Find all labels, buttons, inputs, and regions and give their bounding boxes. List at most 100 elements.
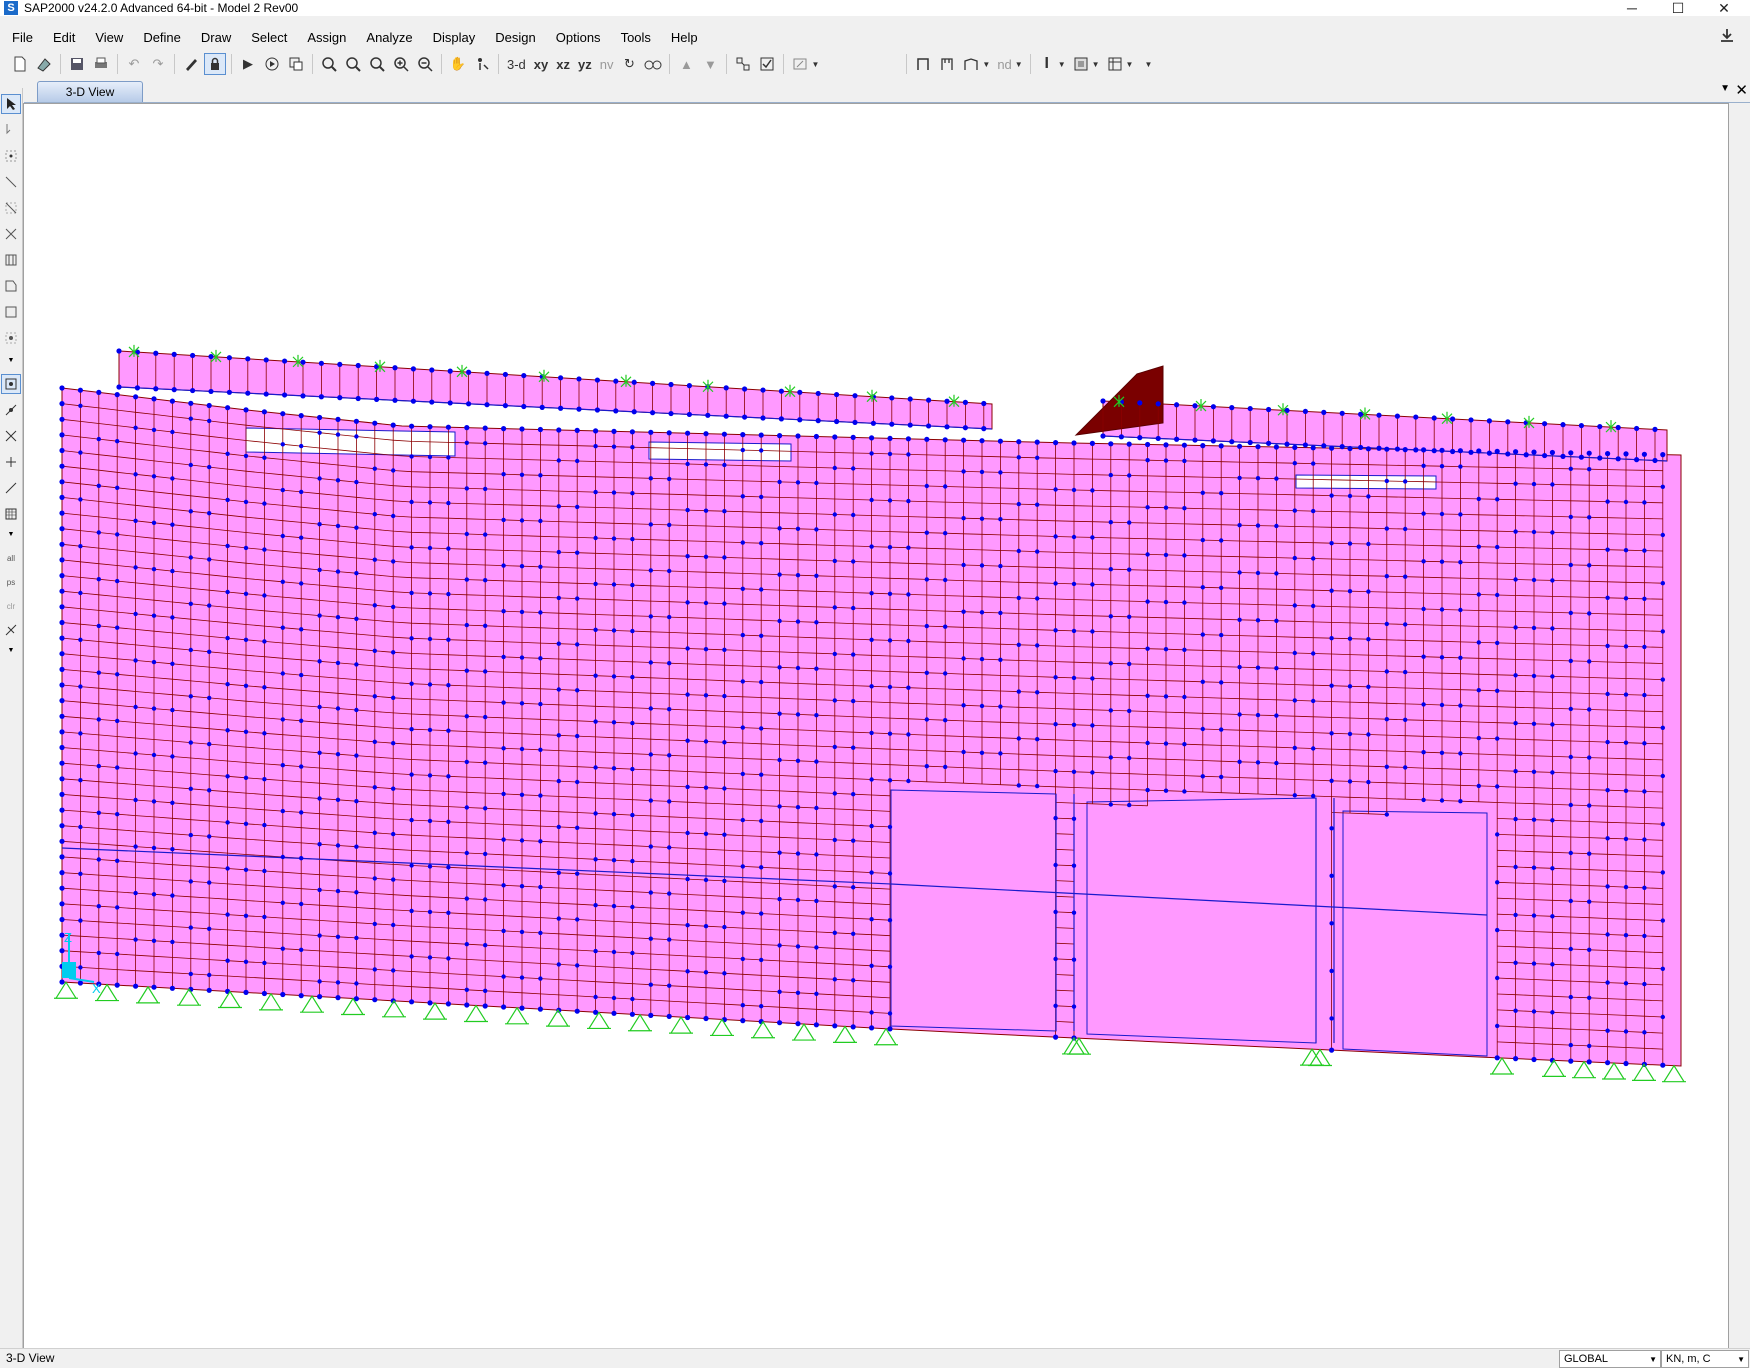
- joint: [1274, 760, 1279, 766]
- quick-draw-secondary-icon[interactable]: [1, 250, 21, 270]
- pointer-icon[interactable]: [1, 94, 21, 114]
- snap-joints-icon[interactable]: [1, 374, 21, 394]
- snap-intersection-icon[interactable]: [1, 426, 21, 446]
- joint: [924, 483, 929, 489]
- zoom-in-icon[interactable]: [390, 53, 412, 75]
- area-section-icon[interactable]: [1070, 53, 1092, 75]
- grid-icon[interactable]: [1104, 53, 1126, 75]
- assign-check-icon[interactable]: [756, 53, 778, 75]
- nd-button[interactable]: nd: [994, 53, 1014, 75]
- intersecting-line-select-icon[interactable]: [1, 620, 21, 640]
- joint: [262, 868, 267, 874]
- zoom-previous-icon[interactable]: [366, 53, 388, 75]
- view-nv-button[interactable]: nv: [597, 53, 617, 75]
- undo-icon[interactable]: ↶: [123, 53, 145, 75]
- quick-draw-area-icon[interactable]: [1, 328, 21, 348]
- area-section-dropdown-icon[interactable]: ▼: [1092, 60, 1100, 69]
- menu-display[interactable]: Display: [423, 30, 486, 45]
- menu-select[interactable]: Select: [241, 30, 297, 45]
- menu-file[interactable]: File: [0, 30, 43, 45]
- maximize-button[interactable]: ☐: [1656, 0, 1700, 16]
- nd-dropdown-icon[interactable]: ▼: [1015, 60, 1023, 69]
- zoom-window-icon[interactable]: [318, 53, 340, 75]
- download-icon[interactable]: [1718, 27, 1736, 45]
- snap-dropdown-icon[interactable]: ▼: [1, 524, 21, 544]
- toolbar-overflow-icon[interactable]: ▼: [1144, 60, 1152, 69]
- draw-poly-area-icon[interactable]: [1, 276, 21, 296]
- reshape-icon[interactable]: [1, 120, 21, 140]
- menu-tools[interactable]: Tools: [611, 30, 661, 45]
- section-dropdown-icon[interactable]: ▼: [982, 60, 990, 69]
- joint: [1550, 482, 1555, 487]
- close-window-button[interactable]: ✕: [1702, 0, 1746, 16]
- menu-edit[interactable]: Edit: [43, 30, 85, 45]
- object-shrink-icon[interactable]: [732, 53, 754, 75]
- menu-help[interactable]: Help: [661, 30, 708, 45]
- perspective-icon[interactable]: [642, 53, 664, 75]
- move-down-icon[interactable]: ▼: [699, 53, 721, 75]
- draw-frame-icon[interactable]: [912, 53, 934, 75]
- select-dropdown-icon[interactable]: ▼: [1, 640, 21, 660]
- clear-selection-icon[interactable]: clr: [1, 596, 21, 616]
- grid-dropdown-icon[interactable]: ▼: [1126, 60, 1134, 69]
- minimize-button[interactable]: ─: [1610, 0, 1654, 16]
- run-options-icon[interactable]: [261, 53, 283, 75]
- view-3d-button[interactable]: 3-d: [504, 53, 529, 75]
- open-icon[interactable]: [33, 53, 55, 75]
- joint: [1311, 793, 1316, 799]
- joint: [1247, 439, 1253, 446]
- print-icon[interactable]: [90, 53, 112, 75]
- units-select[interactable]: KN, m, C ▼: [1661, 1350, 1749, 1368]
- draw-joint-icon[interactable]: [1, 146, 21, 166]
- rotate-icon[interactable]: ↻: [618, 53, 640, 75]
- new-model-icon[interactable]: [9, 53, 31, 75]
- structural-model-drawing[interactable]: Z X: [24, 104, 1728, 1351]
- ibeam-icon[interactable]: I: [1036, 53, 1058, 75]
- zoom-restore-icon[interactable]: [342, 53, 364, 75]
- tab-menu-dropdown-icon[interactable]: ▼: [1720, 83, 1730, 94]
- quick-draw-braces-icon[interactable]: [1, 224, 21, 244]
- tab-3d-view[interactable]: 3-D View: [37, 81, 143, 102]
- previous-selection-icon[interactable]: ps: [1, 572, 21, 592]
- snap-extension-icon[interactable]: [1, 478, 21, 498]
- show-tables-icon[interactable]: [285, 53, 307, 75]
- view-yz-button[interactable]: yz: [575, 53, 595, 75]
- snap-perpendicular-icon[interactable]: [1, 452, 21, 472]
- ibeam-dropdown-icon[interactable]: ▼: [1058, 60, 1066, 69]
- frame-releases-icon[interactable]: [936, 53, 958, 75]
- joint: [795, 758, 801, 763]
- display-options-dropdown-icon[interactable]: ▼: [811, 60, 819, 69]
- pan-icon[interactable]: ✋: [447, 53, 469, 75]
- zoom-out-icon[interactable]: [414, 53, 436, 75]
- joint: [1458, 607, 1463, 613]
- run-analysis-icon[interactable]: ▶: [237, 53, 259, 75]
- menu-design[interactable]: Design: [485, 30, 545, 45]
- redo-icon[interactable]: ↷: [147, 53, 169, 75]
- menu-define[interactable]: Define: [133, 30, 191, 45]
- lock-icon[interactable]: [204, 53, 226, 75]
- refresh-icon[interactable]: [180, 53, 202, 75]
- tab-close-icon[interactable]: ✕: [1735, 81, 1748, 99]
- quick-draw-frame-icon[interactable]: [1, 198, 21, 218]
- more-draw-dropdown-icon[interactable]: ▼: [1, 350, 21, 370]
- snap-lines-icon[interactable]: [1, 400, 21, 420]
- section-icon[interactable]: [960, 53, 982, 75]
- model-view-canvas[interactable]: Z X: [23, 103, 1729, 1352]
- move-up-icon[interactable]: ▲: [675, 53, 697, 75]
- view-xy-button[interactable]: xy: [531, 53, 551, 75]
- joint: [483, 441, 488, 446]
- coord-system-select[interactable]: GLOBAL ▼: [1559, 1350, 1661, 1368]
- save-icon[interactable]: [66, 53, 88, 75]
- menu-draw[interactable]: Draw: [191, 30, 241, 45]
- snap-grid-icon[interactable]: [1, 504, 21, 524]
- draw-rect-area-icon[interactable]: [1, 302, 21, 322]
- display-options-icon[interactable]: [789, 53, 811, 75]
- menu-analyze[interactable]: Analyze: [356, 30, 422, 45]
- menu-view[interactable]: View: [85, 30, 133, 45]
- menu-assign[interactable]: Assign: [297, 30, 356, 45]
- view-xz-button[interactable]: xz: [553, 53, 573, 75]
- menu-options[interactable]: Options: [546, 30, 611, 45]
- set-display-options-icon[interactable]: [471, 53, 493, 75]
- select-all-icon[interactable]: all: [1, 548, 21, 568]
- draw-frame-line-icon[interactable]: [1, 172, 21, 192]
